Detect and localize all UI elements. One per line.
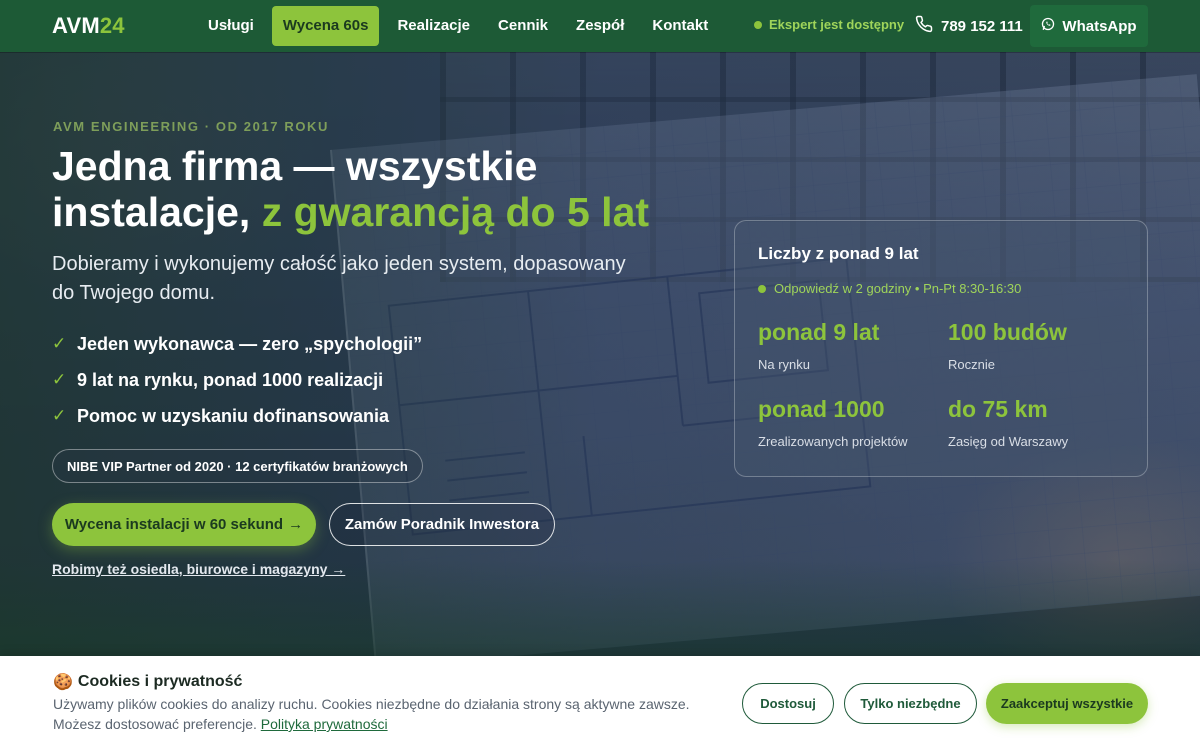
expert-status: Ekspert jest dostępny bbox=[754, 17, 904, 32]
logo-accent: 24 bbox=[99, 13, 125, 38]
response-time: Odpowiedź w 2 godziny • Pn-Pt 8:30-16:30 bbox=[758, 281, 1021, 296]
stats-card: Liczby z ponad 9 lat Odpowiedź w 2 godzi… bbox=[734, 220, 1148, 477]
nav-link-realizacje[interactable]: Realizacje bbox=[383, 6, 484, 46]
check-icon: ✓ bbox=[52, 406, 67, 425]
nav-link-uslugi[interactable]: Usługi bbox=[194, 6, 268, 46]
stat-value: ponad 1000 bbox=[758, 396, 885, 422]
list-item: ✓ Pomoc w uzyskaniu dofinansowania bbox=[52, 398, 422, 434]
quote-cta-button[interactable]: Wycena instalacji w 60 sekund → bbox=[52, 503, 316, 546]
stat-value: ponad 9 lat bbox=[758, 319, 880, 345]
list-item: ✓ Jeden wykonawca — zero „spychologii” bbox=[52, 326, 422, 362]
commercial-projects-link[interactable]: Robimy też osiedla, biurowce i magazyny … bbox=[52, 561, 345, 577]
logo[interactable]: AVM24 bbox=[52, 13, 125, 39]
stat-label: Rocznie bbox=[948, 357, 995, 372]
nav-link-cennik[interactable]: Cennik bbox=[484, 6, 562, 46]
stat-range: do 75 km Zasięg od Warszawy bbox=[948, 396, 1068, 449]
phone-link[interactable]: 789 152 111 bbox=[915, 15, 1023, 37]
necessary-only-button[interactable]: Tylko niezbędne bbox=[844, 683, 977, 724]
benefit-text: Jeden wykonawca — zero „spychologii” bbox=[77, 333, 423, 354]
stat-label: Zrealizowanych projektów bbox=[758, 434, 908, 449]
cookie-banner: 🍪 Cookies i prywatność Używamy plików co… bbox=[0, 656, 1200, 750]
quote-cta-label: Wycena instalacji w 60 sekund bbox=[64, 516, 284, 533]
privacy-policy-link[interactable]: Polityka prywatności bbox=[261, 716, 388, 732]
accept-all-button[interactable]: Zaakceptuj wszystkie bbox=[986, 683, 1148, 724]
cookie-description: Używamy plików cookies do analizy ruchu.… bbox=[53, 694, 723, 734]
partner-badge: NIBE VIP Partner od 2020 · 12 certyfikat… bbox=[52, 449, 423, 483]
cookie-title-text: Cookies i prywatność bbox=[77, 673, 243, 690]
stat-years: ponad 9 lat Na rynku bbox=[758, 319, 879, 372]
stat-builds: 100 budów Rocznie bbox=[948, 319, 1067, 372]
check-icon: ✓ bbox=[52, 370, 67, 389]
headline-green: z gwarancją do 5 lat bbox=[261, 189, 650, 235]
response-time-text: Odpowiedź w 2 godziny • Pn-Pt 8:30-16:30 bbox=[774, 281, 1022, 296]
stat-value: do 75 km bbox=[948, 396, 1048, 422]
status-dot-icon bbox=[758, 284, 766, 293]
cookie-icon: 🍪 bbox=[53, 674, 73, 691]
whatsapp-icon bbox=[1041, 17, 1055, 35]
benefit-text: Pomoc w uzyskaniu dofinansowania bbox=[77, 405, 390, 426]
cookie-title: 🍪 Cookies i prywatność bbox=[53, 672, 242, 692]
stats-title: Liczby z ponad 9 lat bbox=[758, 244, 919, 263]
phone-number: 789 152 111 bbox=[941, 17, 1023, 35]
whatsapp-label: WhatsApp bbox=[1062, 17, 1137, 35]
nav-links: Usługi Wycena 60s Realizacje Cennik Zesp… bbox=[194, 6, 722, 46]
check-icon: ✓ bbox=[52, 334, 67, 353]
nav-link-wycena[interactable]: Wycena 60s bbox=[271, 6, 380, 46]
benefits-list: ✓ Jeden wykonawca — zero „spychologii” ✓ 9… bbox=[52, 326, 422, 434]
top-navbar: AVM24 Usługi Wycena 60s Realizacje Cenni… bbox=[0, 0, 1200, 52]
customize-cookies-button[interactable]: Dostosuj bbox=[742, 683, 834, 724]
hero-headline: Jedna firma — wszystkie instalacje, z gw… bbox=[52, 143, 692, 235]
whatsapp-button[interactable]: WhatsApp bbox=[1030, 5, 1148, 47]
nav-link-zespol[interactable]: Zespół bbox=[562, 6, 638, 46]
stat-label: Na rynku bbox=[758, 357, 811, 372]
arrow-right-icon: → bbox=[288, 516, 304, 533]
stat-projects: ponad 1000 Zrealizowanych projektów bbox=[758, 396, 908, 449]
stat-label: Zasięg od Warszawy bbox=[948, 434, 1069, 449]
phone-icon bbox=[915, 15, 933, 37]
list-item: ✓ 9 lat na rynku, ponad 1000 realizacji bbox=[52, 362, 422, 398]
hero-subhead: Dobieramy i wykonujemy całość jako jeden… bbox=[52, 253, 626, 304]
logo-text: AVM bbox=[52, 13, 100, 38]
nav-link-kontakt[interactable]: Kontakt bbox=[638, 6, 722, 46]
investor-guide-button[interactable]: Zamów Poradnik Inwestora bbox=[329, 503, 555, 546]
expert-status-text: Ekspert jest dostępny bbox=[769, 17, 905, 32]
benefit-text: 9 lat na rynku, ponad 1000 realizacji bbox=[77, 369, 384, 390]
stat-value: 100 budów bbox=[948, 319, 1067, 345]
status-dot-icon bbox=[754, 20, 762, 29]
hero-eyebrow: AVM ENGINEERING · OD 2017 ROKU bbox=[53, 119, 330, 134]
